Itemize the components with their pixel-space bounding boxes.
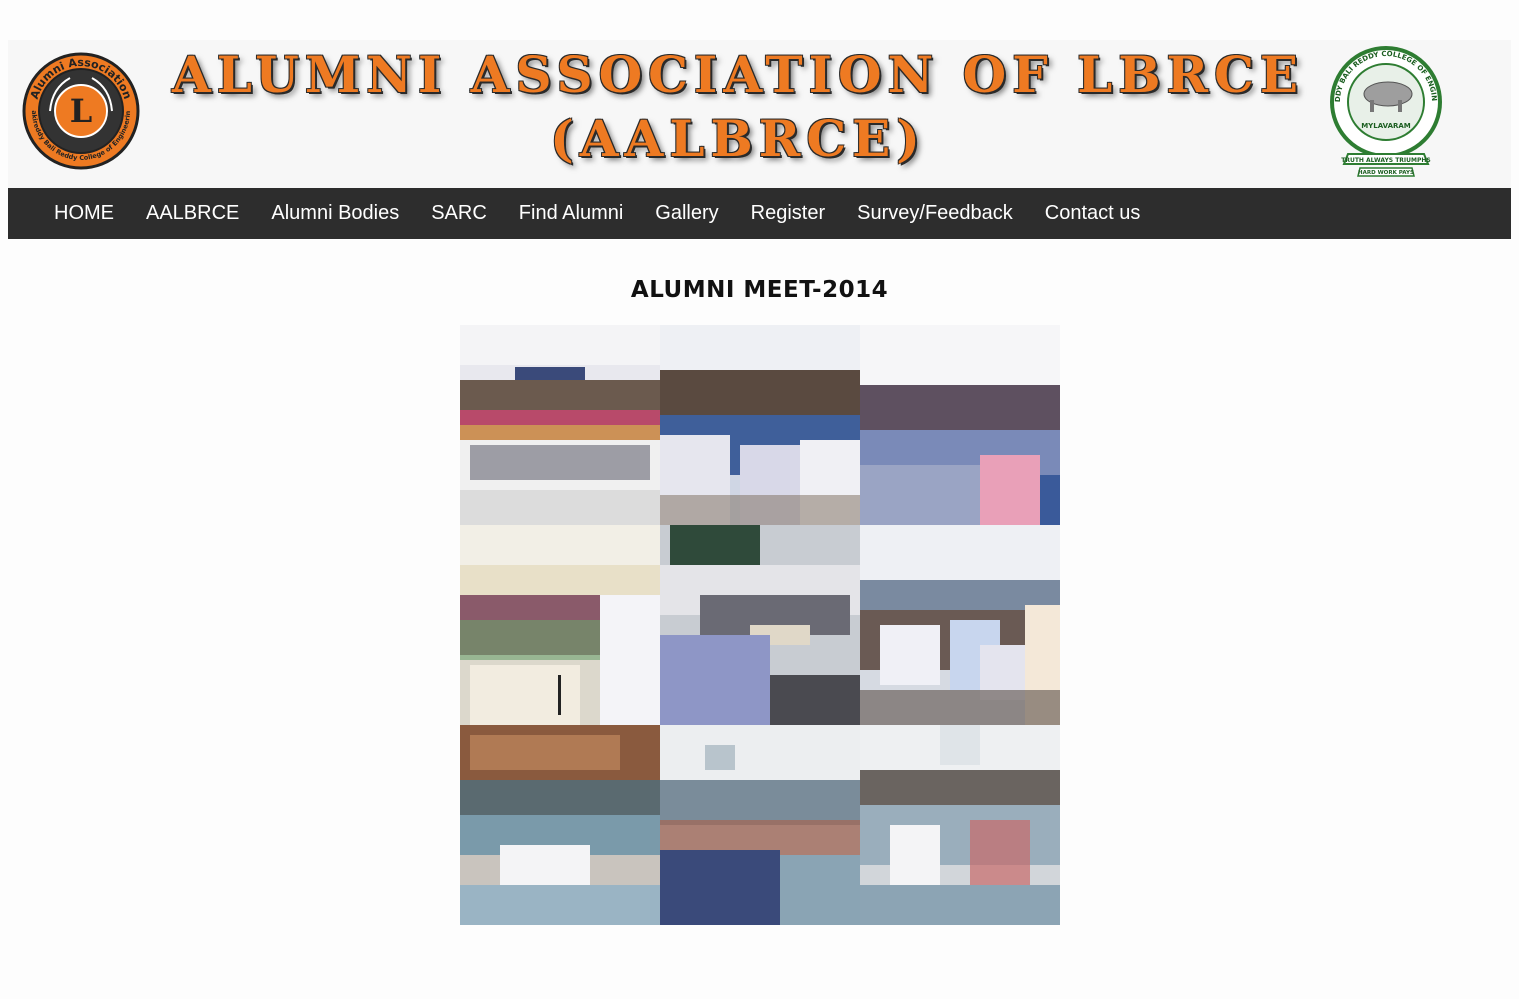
nav-alumni-bodies[interactable]: Alumni Bodies (255, 188, 415, 239)
logo-letter: L (70, 92, 93, 130)
college-seal-logo[interactable]: LAKIREDDY BALI REDDY COLLEGE OF ENGINEER… (1328, 42, 1448, 182)
page-title: ALUMNI MEET-2014 (630, 277, 889, 303)
site-title-line1: ALUMNI ASSOCIATION OF LBRCE (172, 45, 1304, 104)
gallery-photo-audience-front[interactable] (660, 325, 860, 525)
alumni-association-logo[interactable]: L Alumni Association Lakireddy Bali Redd… (22, 48, 140, 174)
nav-home[interactable]: HOME (38, 188, 130, 239)
nav-contact-us[interactable]: Contact us (1029, 188, 1157, 239)
gallery-photo-classroom-1[interactable] (460, 725, 660, 925)
main-navbar: HOME AALBRCE Alumni Bodies SARC Find Alu… (8, 188, 1511, 239)
nav-find-alumni[interactable]: Find Alumni (503, 188, 640, 239)
nav-gallery[interactable]: Gallery (639, 188, 734, 239)
nav-survey-feedback[interactable]: Survey/Feedback (841, 188, 1029, 239)
gallery-photo-audience-hall[interactable] (860, 325, 1060, 525)
photo-gallery-grid (460, 325, 1060, 925)
gallery-photo-seated-alumni[interactable] (860, 525, 1060, 725)
gallery-photo-classroom-3[interactable] (860, 725, 1060, 925)
gallery-photo-classroom-2[interactable] (660, 725, 860, 925)
gallery-photo-group[interactable] (460, 325, 660, 525)
site-header: L Alumni Association Lakireddy Bali Redd… (8, 40, 1511, 188)
gallery-photo-speaker-podium[interactable] (460, 525, 660, 725)
nav-register[interactable]: Register (735, 188, 841, 239)
nav-aalbrce[interactable]: AALBRCE (130, 188, 255, 239)
gallery-photo-meeting-table[interactable] (660, 525, 860, 725)
svg-text:TRUTH ALWAYS TRIUMPHS: TRUTH ALWAYS TRIUMPHS (1341, 157, 1431, 164)
svg-text:MYLAVARAM: MYLAVARAM (1361, 122, 1411, 130)
svg-text:HARD WORK PAYS: HARD WORK PAYS (1358, 170, 1414, 176)
site-title: ALUMNI ASSOCIATION OF LBRCE (AALBRCE) (168, 50, 1308, 164)
nav-sarc[interactable]: SARC (415, 188, 503, 239)
site-title-line2: (AALBRCE) (550, 109, 926, 168)
